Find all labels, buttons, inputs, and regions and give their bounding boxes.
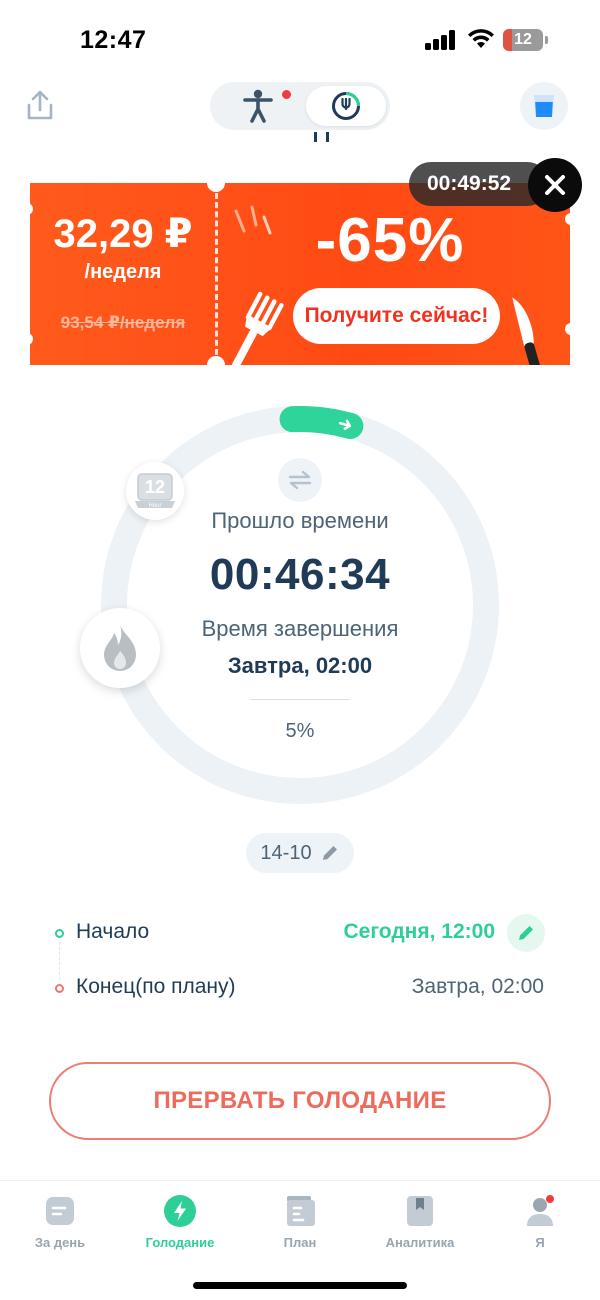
- tab-profile[interactable]: Я: [490, 1193, 590, 1263]
- water-glass-icon: [534, 95, 554, 117]
- promo-price: 32,29 ₽: [53, 212, 193, 256]
- stop-fasting-button[interactable]: ПРЕРВАТЬ ГОЛОДАНИЕ: [49, 1062, 551, 1140]
- mode-toggle: [210, 82, 390, 130]
- plan-chip[interactable]: 14-10: [246, 833, 354, 873]
- ticket-notch: [21, 203, 33, 215]
- end-dot: [55, 984, 64, 993]
- tab-analytics[interactable]: Аналитика: [370, 1193, 470, 1263]
- tab-day[interactable]: За день: [10, 1193, 110, 1263]
- swap-view-button[interactable]: [278, 458, 322, 502]
- tab-analytics-label: Аналитика: [385, 1235, 455, 1250]
- analytics-icon: [404, 1195, 436, 1227]
- promo-old-price: 93,54 ₽/неделя: [60, 313, 186, 332]
- ticket-notch: [21, 333, 33, 345]
- day-icon: [44, 1195, 76, 1227]
- tab-day-label: За день: [34, 1235, 86, 1250]
- tab-fasting-label: Голодание: [145, 1235, 215, 1250]
- tab-plan[interactable]: План: [250, 1193, 350, 1263]
- ticket-notch: [207, 356, 225, 374]
- close-icon: [545, 175, 565, 195]
- status-time: 12:47: [80, 26, 147, 54]
- fasting-clock-icon: [332, 92, 360, 120]
- timeline-line: [59, 942, 60, 980]
- promo-period: /неделя: [84, 261, 162, 283]
- tab-plan-label: План: [283, 1235, 317, 1250]
- home-indicator: [193, 1282, 407, 1289]
- swap-icon: [288, 470, 312, 490]
- fasting-bolt-icon: [164, 1195, 196, 1227]
- water-button[interactable]: [520, 82, 568, 130]
- knife-icon: [512, 297, 541, 365]
- plan-icon: [284, 1195, 316, 1227]
- pencil-icon: [519, 926, 533, 940]
- flame-icon: [104, 625, 136, 671]
- ring-divider: [250, 699, 350, 700]
- promo-discount: -65%: [315, 206, 465, 275]
- wifi-icon: [468, 29, 494, 48]
- tab-profile-label: Я: [535, 1235, 545, 1250]
- battery-icon: 12: [503, 29, 548, 51]
- fasting-mode-button[interactable]: [306, 86, 386, 126]
- promo-banner[interactable]: 32,29 ₽ /неделя 93,54 ₽/неделя -65% Полу…: [21, 174, 577, 374]
- ticket-notch: [565, 213, 577, 225]
- end-time-value: Завтра, 02:00: [227, 653, 373, 678]
- promo-cta-button[interactable]: Получите сейчас!: [293, 288, 500, 344]
- fat-burning-stage-badge[interactable]: [80, 608, 160, 688]
- pencil-icon: [322, 846, 337, 860]
- ticket-notch: [565, 323, 577, 335]
- svg-text:12: 12: [145, 477, 165, 497]
- start-time[interactable]: Сегодня, 12:00: [300, 920, 495, 944]
- start-dot: [55, 929, 64, 938]
- partial-heading: [312, 128, 332, 142]
- edit-start-button[interactable]: [507, 914, 545, 952]
- twelve-hour-icon: 12 Hour: [135, 473, 175, 509]
- promo-ticket: 32,29 ₽ /неделя 93,54 ₽/неделя -65% Полу…: [30, 183, 570, 365]
- profile-icon: [524, 1195, 556, 1227]
- start-label: Начало: [76, 920, 150, 943]
- notification-dot: [282, 90, 291, 99]
- share-icon[interactable]: [22, 88, 58, 124]
- fork-icon: [232, 291, 284, 365]
- ticket-notch: [207, 174, 225, 192]
- planned-end-label: Конец(по плану): [76, 975, 236, 998]
- progress-percent: 5%: [285, 720, 315, 742]
- close-promo-button[interactable]: [528, 158, 582, 212]
- body-icon: [243, 89, 273, 123]
- status-bar: 12:47 12: [0, 0, 600, 80]
- elapsed-label: Прошло времени: [211, 508, 389, 533]
- planned-end-time: Завтра, 02:00: [411, 975, 544, 998]
- signal-icon: [425, 30, 457, 50]
- plan-label: 14-10: [260, 841, 312, 864]
- elapsed-time: 00:46:34: [209, 550, 391, 599]
- battery-level: 12: [514, 31, 532, 48]
- tab-fasting[interactable]: Голодание: [130, 1193, 230, 1263]
- end-time-label: Время завершения: [201, 616, 399, 641]
- body-mode-button[interactable]: [218, 86, 298, 126]
